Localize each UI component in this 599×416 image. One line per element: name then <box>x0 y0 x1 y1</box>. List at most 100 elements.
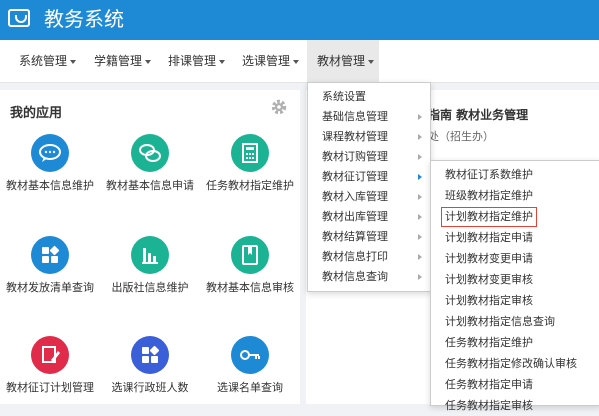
app-tile[interactable]: 教材发放清单查询 <box>0 236 100 295</box>
submenu-item[interactable]: 计划教材变更申请 <box>431 249 599 269</box>
caret-down-icon <box>145 59 152 64</box>
menu-item-label: 教材征订管理 <box>322 170 388 183</box>
submenu-item-label: 计划教材变更审核 <box>445 273 533 286</box>
main-nav: 系统管理 学籍管理 排课管理 选课管理 教材管理 <box>0 40 599 83</box>
submenu-item-label: 教材征订系数维护 <box>445 168 533 181</box>
app-tile[interactable]: 教材征订计划管理 <box>0 336 100 395</box>
key-icon <box>231 336 269 374</box>
submenu-item[interactable]: 任务教材指定修改确认审核 <box>431 354 599 374</box>
nav-course-selection-management[interactable]: 选课管理 <box>242 40 300 82</box>
app-tile-label: 选课行政班人数 <box>111 381 189 394</box>
menu-item-textbook-stock-out[interactable]: 教材出库管理 <box>308 207 430 227</box>
submenu-item-label: 计划教材指定审核 <box>445 294 533 307</box>
menu-item-label: 课程教材管理 <box>322 130 388 143</box>
nav-label: 教材管理 <box>317 54 366 68</box>
chevron-right-icon <box>418 254 422 260</box>
menu-item-course-textbook[interactable]: 课程教材管理 <box>308 127 430 147</box>
caret-down-icon <box>70 59 77 64</box>
chevron-right-icon <box>418 174 422 180</box>
submenu-item-label: 计划教材指定申请 <box>445 231 533 244</box>
menu-item-textbook-subscription[interactable]: 教材征订管理 <box>308 167 430 187</box>
submenu-item-label: 任务教材指定维护 <box>445 336 533 349</box>
app-tile-label: 教材基本信息审核 <box>206 281 294 294</box>
nav-textbook-management[interactable]: 教材管理 <box>307 40 379 82</box>
nav-label: 排课管理 <box>168 54 217 68</box>
nav-enrollment-management[interactable]: 学籍管理 <box>94 40 152 82</box>
app-title: 教务系统 <box>44 7 124 31</box>
nav-scheduling-management[interactable]: 排课管理 <box>168 40 226 82</box>
gear-icon[interactable] <box>270 98 288 116</box>
app-tile-label: 教材发放清单查询 <box>6 281 94 294</box>
bar-chart-icon <box>131 236 169 274</box>
app-tile-label: 教材基本信息维护 <box>6 179 94 192</box>
app-tile-label: 选课名单查询 <box>217 381 283 394</box>
caret-down-icon <box>368 59 375 64</box>
app-tile[interactable]: 教材基本信息维护 <box>0 134 100 193</box>
submenu-item[interactable]: 计划教材变更审核 <box>431 270 599 290</box>
menu-item-label: 教材信息查询 <box>322 270 388 283</box>
app-tile[interactable]: 教材基本信息审核 <box>200 236 300 295</box>
chevron-right-icon <box>418 154 422 160</box>
nav-system-management[interactable]: 系统管理 <box>19 40 77 82</box>
menu-item-textbook-print[interactable]: 教材信息打印 <box>308 247 430 267</box>
book-icon <box>231 236 269 274</box>
grid-icon <box>31 236 69 274</box>
nav-label: 学籍管理 <box>94 54 143 68</box>
menu-item-label: 教材结算管理 <box>322 230 388 243</box>
edit-icon <box>31 336 69 374</box>
menu-item-system-settings[interactable]: 系统设置 <box>308 87 430 107</box>
menu-item-textbook-ordering[interactable]: 教材订购管理 <box>308 147 430 167</box>
calculator-icon <box>231 134 269 172</box>
submenu-item-label: 任务教材指定申请 <box>445 378 533 391</box>
chevron-right-icon <box>418 194 422 200</box>
caret-down-icon <box>219 59 226 64</box>
submenu-item[interactable]: 任务教材指定申请 <box>431 375 599 395</box>
textbook-subscription-submenu: 教材征订系数维护 班级教材指定维护 计划教材指定维护 计划教材指定申请 计划教材… <box>430 160 599 412</box>
app-tile[interactable]: 选课名单查询 <box>200 336 300 395</box>
submenu-item[interactable]: 教材征订系数维护 <box>431 165 599 185</box>
nav-label: 选课管理 <box>242 54 291 68</box>
top-bar: 教务系统 <box>0 0 599 40</box>
submenu-item[interactable]: 任务教材指定维护 <box>431 333 599 353</box>
submenu-item[interactable]: 计划教材指定申请 <box>431 228 599 248</box>
chevron-right-icon <box>418 234 422 240</box>
app-tile[interactable]: 出版社信息维护 <box>100 236 200 295</box>
chat-bubble-icon <box>31 134 69 172</box>
menu-item-label: 教材订购管理 <box>322 150 388 163</box>
submenu-item-label: 班级教材指定维护 <box>445 189 533 202</box>
menu-item-basic-info[interactable]: 基础信息管理 <box>308 107 430 127</box>
nav-label: 系统管理 <box>19 54 68 68</box>
menu-item-label: 教材入库管理 <box>322 190 388 203</box>
submenu-item-label: 任务教材指定修改确认审核 <box>445 357 577 370</box>
app-tile-label: 教材基本信息申请 <box>106 179 194 192</box>
grid-icon <box>131 336 169 374</box>
chevron-right-icon <box>418 134 422 140</box>
textbook-management-dropdown: 系统设置 基础信息管理 课程教材管理 教材订购管理 教材征订管理 教材入库管理 … <box>307 82 431 292</box>
app-tile-label: 教材征订计划管理 <box>6 381 94 394</box>
menu-item-label: 基础信息管理 <box>322 110 388 123</box>
submenu-item-label: 计划教材指定信息查询 <box>445 315 555 328</box>
app-tile[interactable]: 教材基本信息申请 <box>100 134 200 193</box>
app-tile[interactable]: 任务教材指定维护 <box>200 134 300 193</box>
guide-subtitle: 处（招生办） <box>428 130 494 143</box>
chevron-right-icon <box>418 114 422 120</box>
app-tile[interactable]: 选课行政班人数 <box>100 336 200 395</box>
menu-item-textbook-settlement[interactable]: 教材结算管理 <box>308 227 430 247</box>
app-tile-label: 任务教材指定维护 <box>206 179 294 192</box>
menu-item-label: 教材信息打印 <box>322 250 388 263</box>
submenu-item-selected[interactable]: 计划教材指定维护 <box>431 207 599 227</box>
menu-item-textbook-query[interactable]: 教材信息查询 <box>308 267 430 287</box>
caret-down-icon <box>293 59 300 64</box>
submenu-item-label: 计划教材指定维护 <box>441 207 537 227</box>
menu-item-textbook-stock-in[interactable]: 教材入库管理 <box>308 187 430 207</box>
submenu-item[interactable]: 任务教材指定审核 <box>431 396 599 416</box>
submenu-item-label: 计划教材变更申请 <box>445 252 533 265</box>
submenu-item[interactable]: 计划教材指定信息查询 <box>431 312 599 332</box>
menu-item-label: 系统设置 <box>322 90 366 103</box>
chevron-right-icon <box>418 214 422 220</box>
submenu-item[interactable]: 班级教材指定维护 <box>431 186 599 206</box>
my-apps-panel: 我的应用 教材基本信息维护 教材基本信息申请 任务教材指定维护 教材发放清单查询 <box>0 90 300 404</box>
app-tile-label: 出版社信息维护 <box>111 281 189 294</box>
monitor-logo-icon <box>8 9 30 27</box>
submenu-item[interactable]: 计划教材指定审核 <box>431 291 599 311</box>
